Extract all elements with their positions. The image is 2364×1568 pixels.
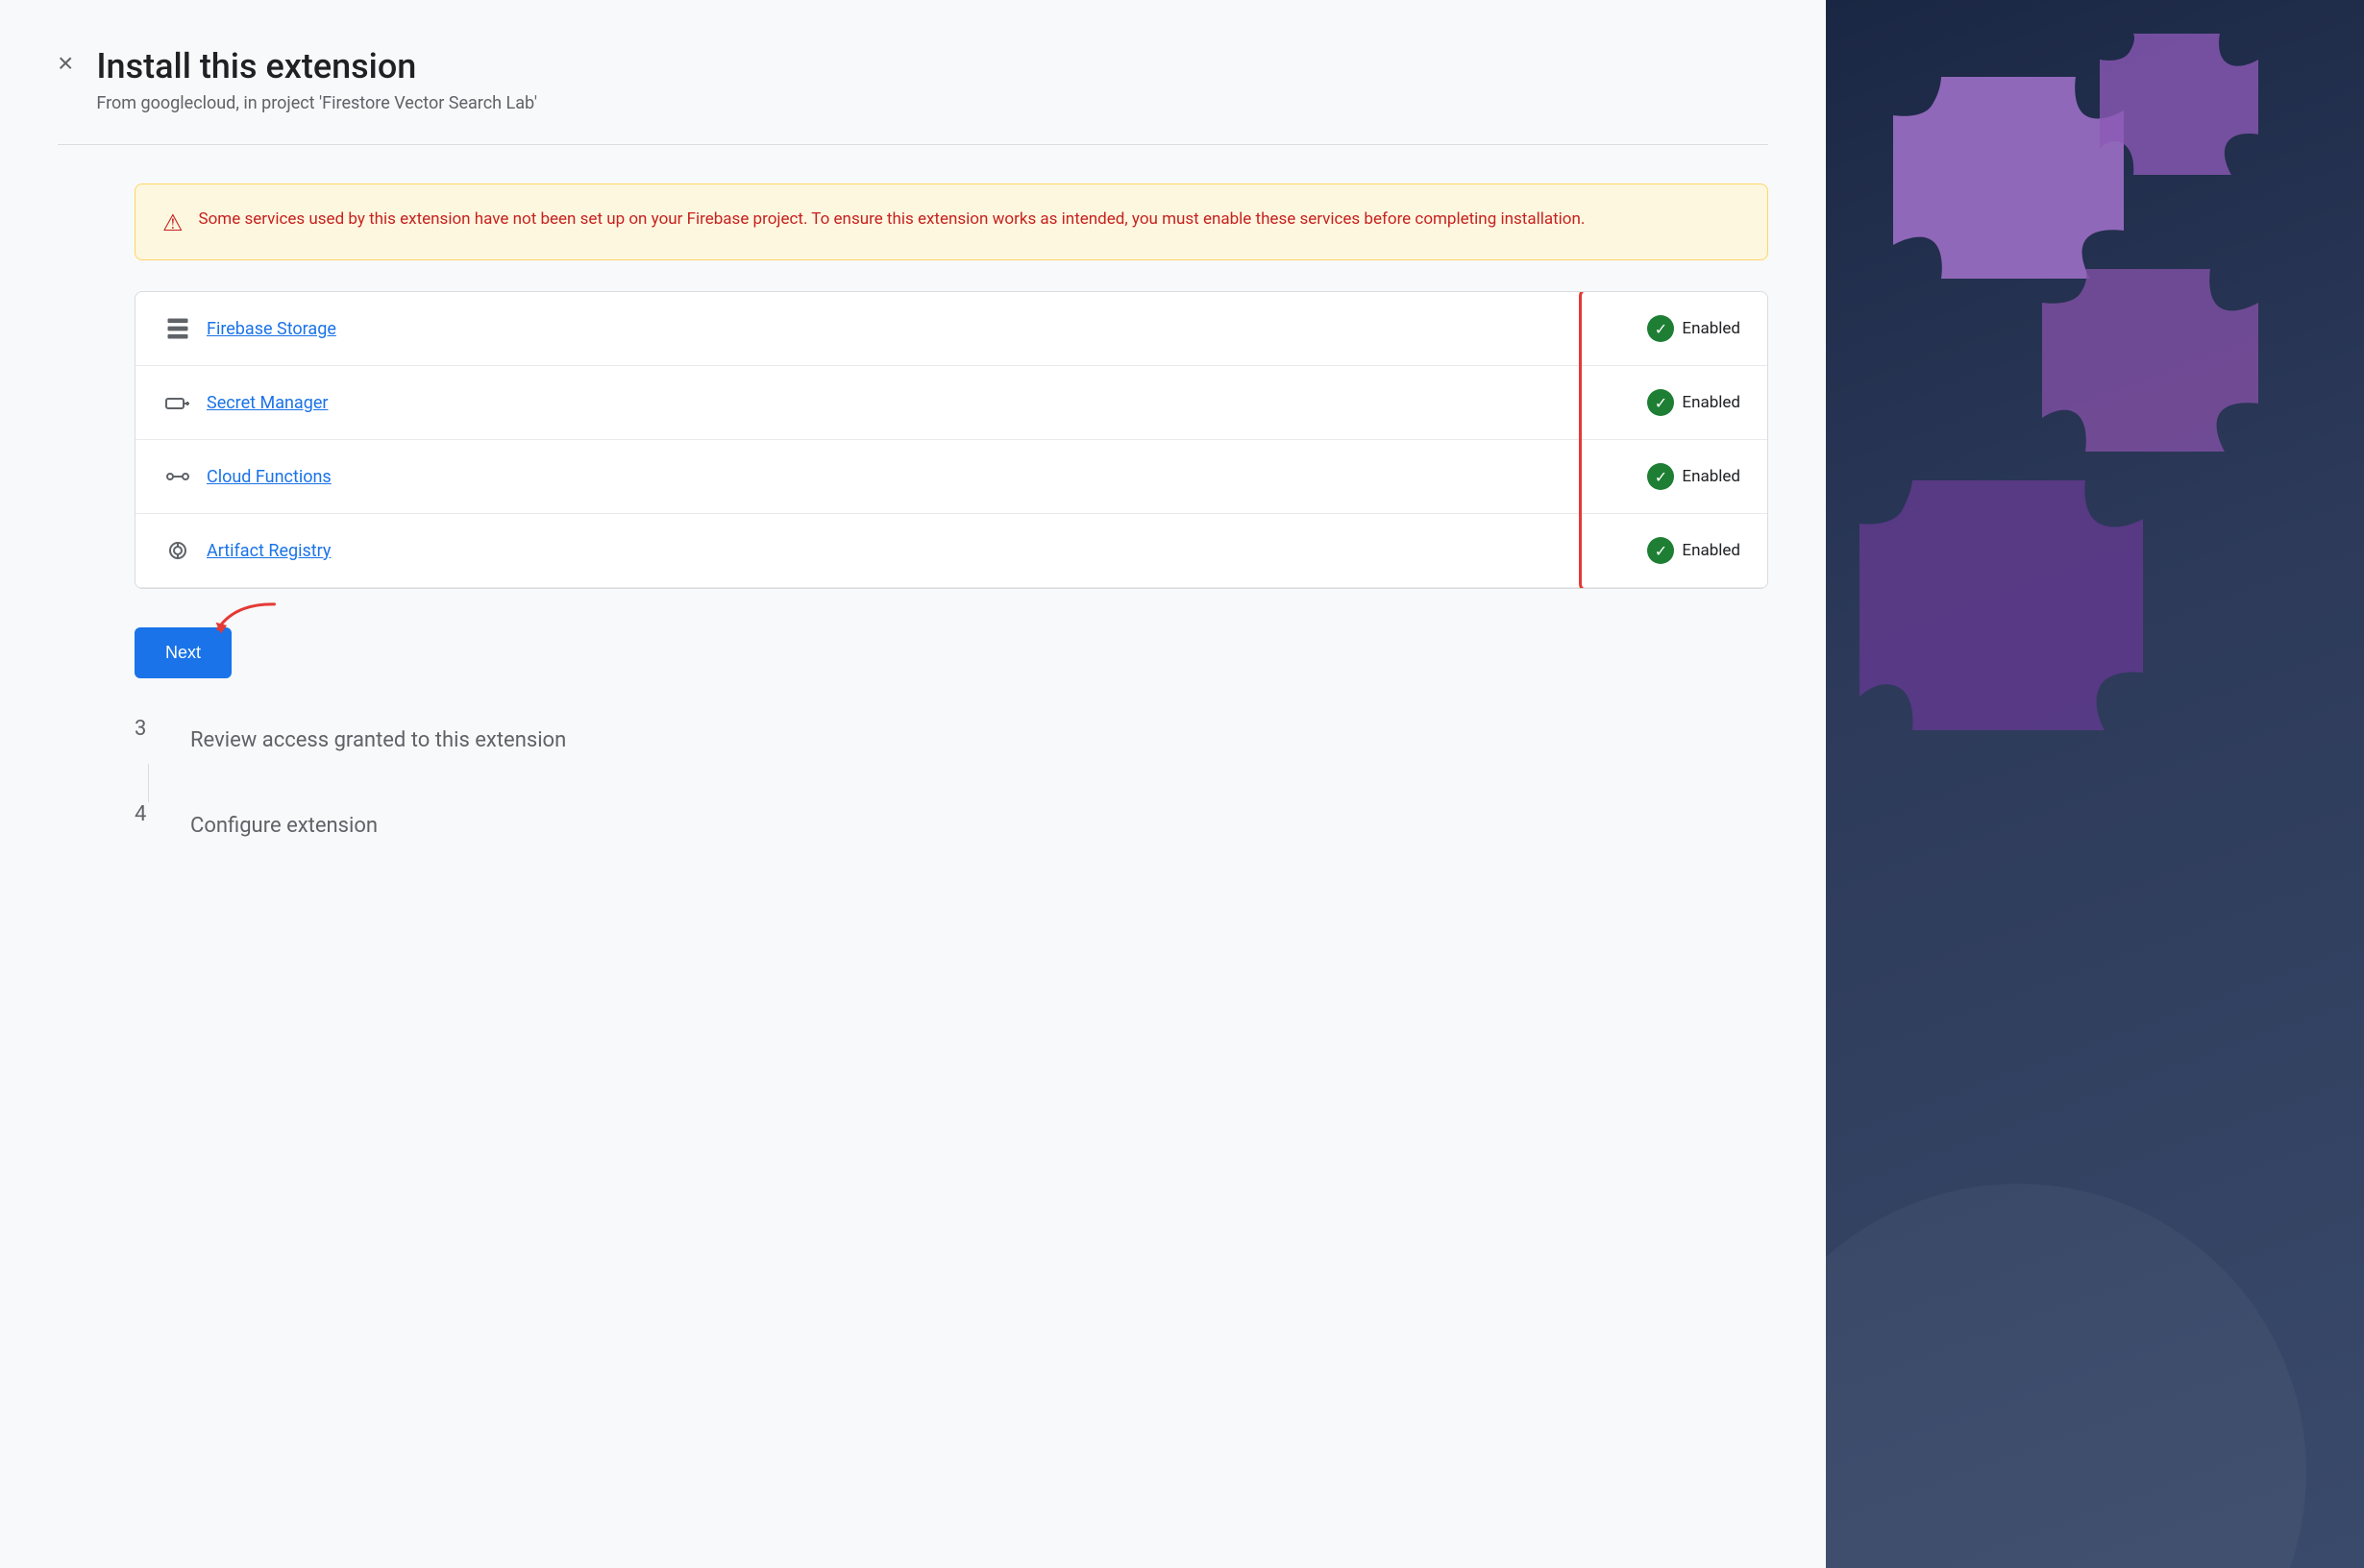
header-text: Install this extension From googlecloud,… (96, 46, 537, 113)
service-left-1: Secret Manager (162, 387, 328, 418)
page-subtitle: From googlecloud, in project 'Firestore … (96, 93, 537, 113)
service-name-1[interactable]: Secret Manager (207, 393, 328, 413)
step-label-0: Review access granted to this extension (190, 717, 566, 764)
service-left-2: Cloud Functions (162, 461, 332, 492)
service-row-3: Artifact Registry ✓ Enabled (135, 514, 1767, 588)
step-number-1: 4 (135, 802, 163, 826)
step-number-0: 3 (135, 717, 163, 741)
service-left-0: Firebase Storage (162, 313, 336, 344)
check-icon-0: ✓ (1647, 315, 1674, 342)
steps-section: 3 Review access granted to this extensio… (135, 717, 1768, 849)
functions-icon (162, 461, 193, 492)
status-badge-2: ✓ Enabled (1647, 463, 1740, 490)
service-left-3: Artifact Registry (162, 535, 331, 566)
step-item-1: 4 Configure extension (135, 802, 1768, 849)
check-icon-2: ✓ (1647, 463, 1674, 490)
warning-banner: ⚠ Some services used by this extension h… (135, 184, 1768, 260)
puzzle-piece-4 (2095, 19, 2287, 211)
service-name-2[interactable]: Cloud Functions (207, 467, 332, 487)
service-row-1: Secret Manager ✓ Enabled (135, 366, 1767, 440)
right-panel (1826, 0, 2364, 1568)
status-badge-3: ✓ Enabled (1647, 537, 1740, 564)
service-row: Firebase Storage ✓ Enabled (135, 292, 1767, 366)
services-card: Firebase Storage ✓ Enabled (135, 291, 1768, 589)
status-badge-0: ✓ Enabled (1647, 315, 1740, 342)
key-icon (162, 387, 193, 418)
warning-icon: ⚠ (162, 209, 184, 236)
service-row-2: Cloud Functions ✓ Enabled (135, 440, 1767, 514)
status-badge-1: ✓ Enabled (1647, 389, 1740, 416)
header-divider (58, 144, 1768, 145)
next-button-wrapper: Next (135, 627, 232, 717)
header: × Install this extension From googleclou… (58, 46, 1768, 113)
close-button[interactable]: × (58, 50, 73, 77)
service-name-3[interactable]: Artifact Registry (207, 541, 331, 561)
warning-text: Some services used by this extension hav… (199, 208, 1586, 233)
step-item-0: 3 Review access granted to this extensio… (135, 717, 1768, 764)
step-label-1: Configure extension (190, 802, 378, 849)
puzzle-container (1826, 0, 2364, 1568)
page-title: Install this extension (96, 46, 537, 87)
step-container: ⚠ Some services used by this extension h… (135, 184, 1768, 849)
step-connector-0 (148, 764, 149, 802)
registry-icon (162, 535, 193, 566)
main-panel: × Install this extension From googleclou… (0, 0, 1826, 1568)
check-icon-1: ✓ (1647, 389, 1674, 416)
service-name-0[interactable]: Firebase Storage (207, 319, 336, 339)
puzzle-piece-3 (1855, 461, 2201, 769)
storage-icon (162, 313, 193, 344)
check-icon-3: ✓ (1647, 537, 1674, 564)
